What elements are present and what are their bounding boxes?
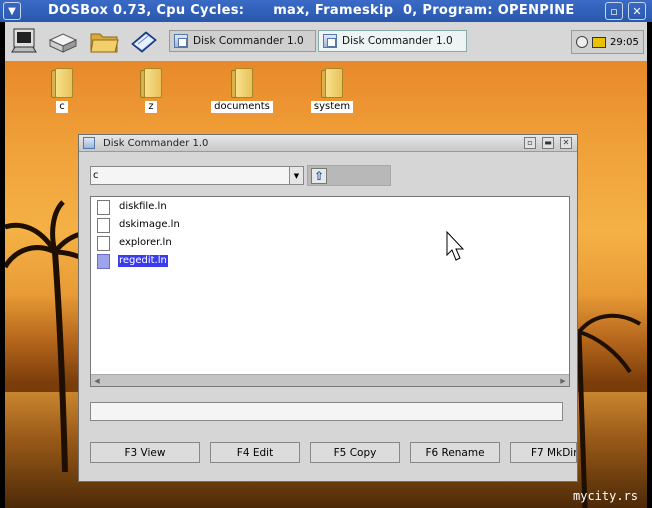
notebook-icon[interactable] — [128, 26, 160, 58]
horizontal-scrollbar[interactable]: ◀ ▶ — [91, 374, 569, 386]
file-name: regedit.ln — [117, 254, 169, 268]
window-icon — [174, 34, 188, 48]
system-tray: 29:05 — [571, 30, 644, 54]
desktop-icon-documents[interactable]: documents — [207, 68, 277, 113]
window-icon — [323, 34, 337, 48]
desktop-icon-c[interactable]: c — [27, 68, 97, 113]
restore-icon[interactable]: ▫ — [605, 2, 623, 20]
disk-commander-titlebar[interactable]: Disk Commander 1.0 ▫ ▬ ✕ — [79, 135, 577, 152]
arrow-up-icon: ⇧ — [311, 168, 327, 184]
file-name: explorer.ln — [119, 237, 172, 248]
path-combo[interactable]: c ▼ — [90, 166, 304, 185]
path-input[interactable]: c — [91, 167, 289, 184]
clock-icon[interactable] — [576, 36, 588, 48]
disk-commander-window: Disk Commander 1.0 ▫ ▬ ✕ c ▼ ⇧ diskfile.… — [78, 134, 578, 482]
folder-icon — [140, 68, 162, 98]
minimize-icon[interactable]: ▬ — [542, 137, 554, 149]
folder-icon — [321, 68, 343, 98]
host-window-title: DOSBox 0.73, Cpu Cycles: max, Frameskip … — [48, 3, 575, 18]
file-icon — [97, 199, 110, 215]
scroll-left-icon[interactable]: ◀ — [91, 375, 103, 386]
desktop-icon-label: system — [310, 101, 354, 113]
taskbar: Disk Commander 1.0 Disk Commander 1.0 29… — [5, 22, 647, 62]
menu-triangle-icon[interactable]: ▼ — [3, 2, 21, 20]
window-icon — [83, 137, 95, 149]
desktop-icon-system[interactable]: system — [297, 68, 367, 113]
close-icon[interactable]: ✕ — [628, 2, 646, 20]
folder-icon[interactable] — [88, 26, 120, 58]
host-titlebar: ▼ DOSBox 0.73, Cpu Cycles: max, Frameski… — [0, 0, 652, 22]
parent-directory-button[interactable]: ⇧ — [307, 165, 391, 186]
monitor-icon[interactable] — [592, 36, 606, 48]
list-item[interactable]: explorer.ln — [97, 234, 173, 252]
file-icon — [97, 253, 110, 269]
window-title: Disk Commander 1.0 — [103, 137, 209, 149]
task-label: Disk Commander 1.0 — [193, 35, 304, 47]
desktop-icon-label: z — [145, 101, 157, 113]
file-icon — [97, 217, 110, 233]
list-item-selected[interactable]: regedit.ln — [97, 252, 169, 270]
desktop-icon-z[interactable]: z — [116, 68, 186, 113]
edit-button[interactable]: F4 Edit — [210, 442, 300, 463]
file-icon — [97, 235, 110, 251]
file-name: dskimage.ln — [119, 219, 180, 230]
copy-button[interactable]: F5 Copy — [310, 442, 400, 463]
mkdir-button[interactable]: F7 MkDir — [510, 442, 577, 463]
computer-icon[interactable] — [9, 26, 41, 58]
folder-icon — [231, 68, 253, 98]
task-button-disk-commander-2[interactable]: Disk Commander 1.0 — [318, 30, 467, 52]
task-label: Disk Commander 1.0 — [342, 35, 453, 47]
scroll-right-icon[interactable]: ▶ — [557, 375, 569, 386]
folder-icon — [51, 68, 73, 98]
disk-drive-icon[interactable] — [47, 26, 79, 58]
list-item[interactable]: diskfile.ln — [97, 198, 168, 216]
watermark: mycity.rs — [573, 489, 639, 503]
restore-icon[interactable]: ▫ — [524, 137, 536, 149]
tray-clock: 29:05 — [610, 36, 639, 48]
command-field[interactable] — [90, 402, 563, 421]
desktop-icon-label: c — [56, 101, 68, 113]
view-button[interactable]: F3 View — [90, 442, 200, 463]
chevron-down-icon[interactable]: ▼ — [289, 167, 303, 184]
file-list[interactable]: diskfile.ln dskimage.ln explorer.ln rege… — [90, 196, 570, 387]
task-button-disk-commander-1[interactable]: Disk Commander 1.0 — [169, 30, 316, 52]
rename-button[interactable]: F6 Rename — [410, 442, 500, 463]
close-icon[interactable]: ✕ — [560, 137, 572, 149]
mouse-pointer-icon — [446, 231, 465, 261]
file-name: diskfile.ln — [119, 201, 167, 212]
list-item[interactable]: dskimage.ln — [97, 216, 181, 234]
desktop-icon-label: documents — [211, 101, 273, 113]
